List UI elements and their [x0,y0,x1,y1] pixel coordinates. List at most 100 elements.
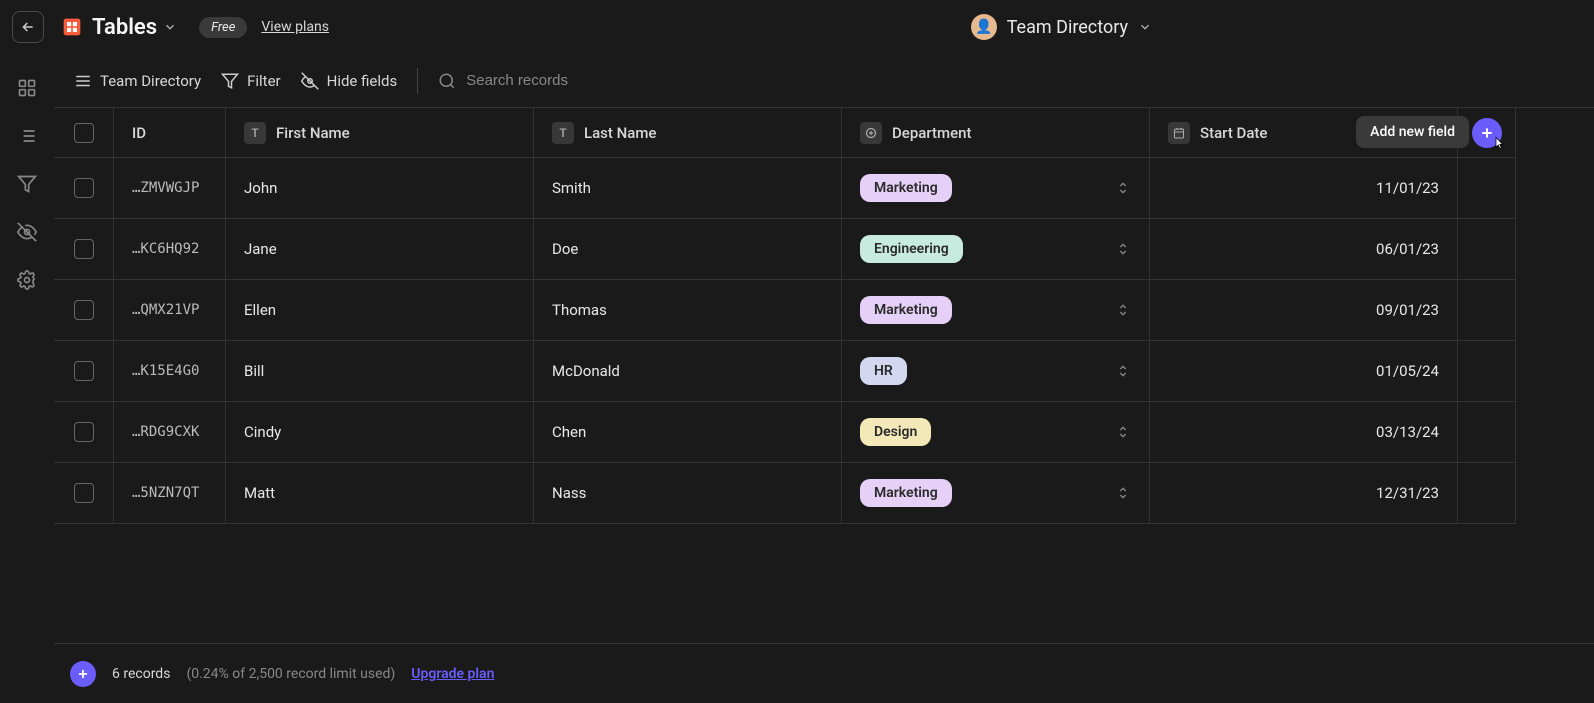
cell-start-date[interactable]: 11/01/23 [1150,158,1458,219]
select-arrows-icon[interactable] [1115,302,1131,318]
cell-first-name[interactable]: Matt [226,463,534,524]
date-column-icon [1168,122,1190,144]
cell-id[interactable]: …5NZN7QT [114,463,226,524]
add-field-button[interactable] [1472,118,1502,148]
column-header-label: First Name [276,124,350,142]
empty-add-col-cell [1458,402,1516,463]
row-checkbox-cell [54,341,114,402]
workspace-title-label: Team Directory [1007,17,1128,38]
cell-department[interactable]: Marketing [842,158,1150,219]
cell-id[interactable]: …QMX21VP [114,280,226,341]
cell-department[interactable]: Marketing [842,463,1150,524]
arrow-left-icon [20,19,36,35]
cell-first-name[interactable]: John [226,158,534,219]
department-pill: Marketing [860,296,952,324]
department-pill: HR [860,357,907,385]
row-checkbox[interactable] [74,300,94,320]
cell-first-name[interactable]: Ellen [226,280,534,341]
sidebar-settings-icon[interactable] [13,266,41,294]
column-header-label: Last Name [584,124,656,142]
empty-add-col-cell [1458,219,1516,280]
row-checkbox[interactable] [74,483,94,503]
cell-last-name[interactable]: Nass [534,463,842,524]
add-column-header: Add new field [1458,108,1516,158]
column-header-label: ID [132,124,146,142]
header-checkbox-cell [54,108,114,158]
sidebar-list-icon[interactable] [13,122,41,150]
row-checkbox[interactable] [74,422,94,442]
empty-add-col-cell [1458,280,1516,341]
app-logo-icon [62,17,82,37]
add-field-tooltip: Add new field [1356,116,1469,148]
cell-last-name[interactable]: McDonald [534,341,842,402]
column-header-first-name[interactable]: T First Name [226,108,534,158]
hide-fields-button[interactable]: Hide fields [301,72,398,90]
cell-department[interactable]: Design [842,402,1150,463]
row-checkbox-cell [54,219,114,280]
cell-first-name[interactable]: Jane [226,219,534,280]
view-plans-link[interactable]: View plans [261,19,329,35]
text-column-icon: T [244,122,266,144]
column-header-label: Start Date [1200,124,1267,142]
usage-text: (0.24% of 2,500 record limit used) [186,666,395,682]
row-checkbox[interactable] [74,361,94,381]
sidebar-apps-icon[interactable] [13,74,41,102]
table-name-label: Team Directory [100,72,201,90]
row-checkbox[interactable] [74,178,94,198]
back-button[interactable] [12,11,44,43]
column-header-last-name[interactable]: T Last Name [534,108,842,158]
department-pill: Marketing [860,479,952,507]
department-pill: Marketing [860,174,952,202]
eye-off-icon [301,72,319,90]
row-checkbox-cell [54,158,114,219]
app-title-label: Tables [92,15,157,40]
cell-last-name[interactable]: Chen [534,402,842,463]
cell-department[interactable]: HR [842,341,1150,402]
plus-icon [76,667,90,681]
cell-start-date[interactable]: 03/13/24 [1150,402,1458,463]
divider [417,68,418,94]
row-checkbox-cell [54,402,114,463]
text-column-icon: T [552,122,574,144]
cell-start-date[interactable]: 09/01/23 [1150,280,1458,341]
cell-last-name[interactable]: Smith [534,158,842,219]
app-title[interactable]: Tables [92,15,177,40]
cell-id[interactable]: …RDG9CXK [114,402,226,463]
cell-start-date[interactable]: 06/01/23 [1150,219,1458,280]
cell-last-name[interactable]: Doe [534,219,842,280]
select-arrows-icon[interactable] [1115,485,1131,501]
column-header-id[interactable]: ID [114,108,226,158]
record-count: 6 records [112,666,170,682]
column-header-department[interactable]: Department [842,108,1150,158]
sidebar-filter-icon[interactable] [13,170,41,198]
select-arrows-icon[interactable] [1115,363,1131,379]
upgrade-plan-link[interactable]: Upgrade plan [411,666,494,682]
cell-id[interactable]: …KC6HQ92 [114,219,226,280]
cell-start-date[interactable]: 01/05/24 [1150,341,1458,402]
chevron-down-icon [163,20,177,34]
filter-button[interactable]: Filter [221,72,281,90]
cell-department[interactable]: Marketing [842,280,1150,341]
select-arrows-icon[interactable] [1115,180,1131,196]
cell-last-name[interactable]: Thomas [534,280,842,341]
row-checkbox-cell [54,463,114,524]
sidebar-visibility-icon[interactable] [13,218,41,246]
department-pill: Engineering [860,235,963,263]
add-row-button[interactable] [70,661,96,687]
select-arrows-icon[interactable] [1115,241,1131,257]
cell-id[interactable]: …ZMVWGJP [114,158,226,219]
cell-first-name[interactable]: Cindy [226,402,534,463]
filter-icon [221,72,239,90]
cell-department[interactable]: Engineering [842,219,1150,280]
cell-start-date[interactable]: 12/31/23 [1150,463,1458,524]
select-all-checkbox[interactable] [74,123,94,143]
table-menu-button[interactable]: Team Directory [74,72,201,90]
row-checkbox[interactable] [74,239,94,259]
filter-label: Filter [247,72,281,90]
cell-id[interactable]: …K15E4G0 [114,341,226,402]
search-input[interactable] [466,72,666,89]
search-icon [438,72,456,90]
workspace-switcher[interactable]: 👤 Team Directory [971,14,1152,40]
cell-first-name[interactable]: Bill [226,341,534,402]
select-arrows-icon[interactable] [1115,424,1131,440]
